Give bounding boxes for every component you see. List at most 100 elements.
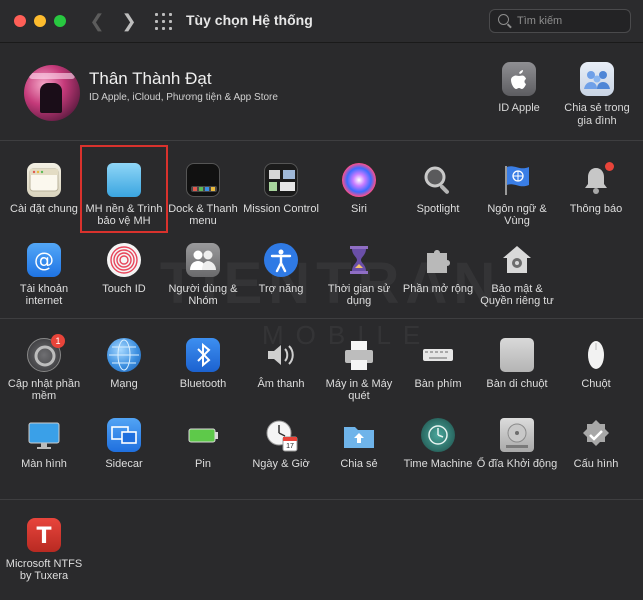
sidecar-icon	[107, 418, 141, 452]
pref-notifications[interactable]: Thông báo	[555, 162, 637, 215]
startup-disk-icon	[500, 418, 534, 452]
sharing-icon	[342, 418, 376, 452]
users-groups-icon	[186, 243, 220, 277]
internet-accounts-icon: @	[27, 243, 61, 277]
pref-trackpad[interactable]: Bàn di chuột	[476, 338, 558, 390]
pref-tuxera-ntfs[interactable]: T Microsoft NTFS by Tuxera	[3, 518, 85, 582]
search-input[interactable]	[515, 12, 627, 30]
pref-keyboard[interactable]: Bàn phím	[397, 338, 479, 390]
accessibility-icon	[264, 243, 298, 277]
pref-date-time[interactable]: 17 Ngày & Giờ	[240, 418, 322, 470]
pref-touch-id[interactable]: Touch ID	[83, 243, 165, 295]
close-button[interactable]	[14, 15, 26, 27]
highlight-frame	[80, 145, 168, 233]
tuxera-ntfs-icon: T	[27, 518, 61, 552]
pref-dock[interactable]: Dock & Thanh menu	[162, 163, 244, 227]
keyboard-icon	[421, 338, 455, 372]
pref-label: Mission Control	[243, 203, 319, 215]
pref-label: Pin	[195, 458, 211, 470]
pref-extensions[interactable]: Phần mở rộng	[397, 243, 479, 295]
pref-bluetooth[interactable]: Bluetooth	[162, 338, 244, 390]
zoom-button[interactable]	[54, 15, 66, 27]
pref-accessibility[interactable]: Trợ năng	[240, 243, 322, 295]
spotlight-icon	[421, 163, 455, 197]
apple-id-icon	[502, 62, 536, 96]
pref-label: Siri	[351, 203, 367, 215]
pref-label: Mạng	[110, 378, 138, 390]
section-divider	[0, 318, 643, 319]
network-icon	[107, 338, 141, 372]
trackpad-icon	[500, 338, 534, 372]
pref-family-sharing[interactable]: Chia sẻ trong gia đình	[557, 62, 637, 128]
pref-screen-time[interactable]: Thời gian sử dụng	[318, 243, 400, 307]
pref-network[interactable]: Mạng	[83, 338, 165, 390]
pref-label: Trợ năng	[258, 283, 304, 295]
profiles-icon	[579, 418, 613, 452]
forward-button[interactable]: ❯	[118, 10, 140, 32]
pref-label: Người dùng & Nhóm	[168, 283, 238, 307]
pref-siri[interactable]: Siri	[318, 163, 400, 215]
displays-icon	[27, 418, 61, 452]
pref-label: Microsoft NTFS by Tuxera	[5, 558, 83, 582]
pref-profiles[interactable]: Cấu hình	[555, 418, 637, 470]
pref-label: Time Machine	[403, 458, 473, 470]
pref-label: Thời gian sử dụng	[327, 283, 391, 307]
update-count-badge: 1	[51, 334, 65, 348]
pref-sidecar[interactable]: Sidecar	[83, 418, 165, 470]
general-icon	[27, 163, 61, 197]
pref-mission-control[interactable]: Mission Control	[240, 163, 322, 215]
pref-language-region[interactable]: Ngôn ngữ & Vùng	[476, 163, 558, 227]
language-region-icon	[500, 163, 534, 197]
pref-internet-accounts[interactable]: @ Tài khoản internet	[3, 243, 85, 307]
pref-battery[interactable]: Pin	[162, 418, 244, 470]
pref-displays[interactable]: Màn hình	[3, 418, 85, 470]
user-account-section: Thân Thành Đạt ID Apple, iCloud, Phương …	[0, 43, 643, 141]
pref-apple-id[interactable]: ID Apple	[479, 62, 559, 115]
siri-icon	[342, 163, 376, 197]
battery-icon	[186, 418, 220, 452]
svg-text:@: @	[34, 248, 54, 272]
pref-time-machine[interactable]: Time Machine	[397, 418, 479, 470]
pref-label: Máy in & Máy quét	[325, 378, 393, 402]
notification-dot-badge	[605, 162, 614, 171]
system-preferences-window: ❮ ❯ Tùy chọn Hệ thống Thân Thành Đạt ID …	[0, 0, 643, 600]
pref-label: Dock & Thanh menu	[168, 203, 238, 227]
show-all-button[interactable]	[155, 13, 172, 30]
pref-software-update[interactable]: 1 Cập nhật phần mềm	[3, 334, 85, 402]
pref-label: Âm thanh	[257, 378, 305, 390]
pref-printers-scanners[interactable]: Máy in & Máy quét	[318, 338, 400, 402]
back-button[interactable]: ❮	[86, 10, 108, 32]
mouse-icon	[579, 338, 613, 372]
window-title: Tùy chọn Hệ thống	[186, 12, 313, 28]
avatar[interactable]	[24, 65, 80, 121]
user-name: Thân Thành Đạt	[89, 69, 212, 88]
minimize-button[interactable]	[34, 15, 46, 27]
pref-label: Cài đặt chung	[10, 203, 78, 215]
pref-security-privacy[interactable]: Bảo mật & Quyền riêng tư	[476, 243, 558, 307]
pref-sound[interactable]: Âm thanh	[240, 338, 322, 390]
pref-label: Phần mở rộng	[402, 283, 474, 295]
printers-icon	[342, 338, 376, 372]
section-divider	[0, 499, 643, 500]
bluetooth-icon	[186, 338, 220, 372]
pref-mouse[interactable]: Chuột	[555, 338, 637, 390]
pref-spotlight[interactable]: Spotlight	[397, 163, 479, 215]
sound-icon	[264, 338, 298, 372]
chevron-left-icon: ❮	[89, 11, 105, 31]
family-sharing-icon	[580, 62, 614, 96]
pref-startup-disk[interactable]: Ổ đĩa Khởi động	[476, 418, 558, 470]
date-time-icon: 17	[264, 418, 298, 452]
pref-label: Màn hình	[21, 458, 67, 470]
pref-general[interactable]: Cài đặt chung	[3, 163, 85, 215]
pref-label: Cấu hình	[573, 458, 619, 470]
calendar-day: 17	[286, 443, 294, 450]
pref-users-groups[interactable]: Người dùng & Nhóm	[162, 243, 244, 307]
apple-id-label: ID Apple	[498, 102, 540, 114]
pref-label: Ngôn ngữ & Vùng	[487, 203, 547, 227]
search-field[interactable]	[489, 9, 631, 33]
pref-label: Bluetooth	[179, 378, 227, 390]
pref-label: Ngày & Giờ	[252, 458, 310, 470]
pref-sharing[interactable]: Chia sẻ	[318, 418, 400, 470]
software-update-icon: 1	[27, 334, 65, 372]
notifications-icon	[579, 162, 614, 197]
